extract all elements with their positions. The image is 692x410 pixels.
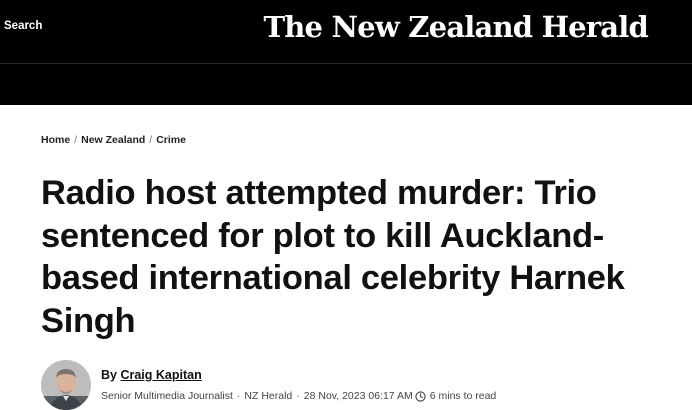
- site-logo[interactable]: The New Zealand Herald: [263, 6, 648, 48]
- nav-bar: [0, 64, 692, 105]
- clock-icon: [415, 390, 426, 402]
- meta-separator: ·: [236, 390, 241, 402]
- site-header: Search The New Zealand Herald: [0, 0, 692, 63]
- author-role: Senior Multimedia Journalist: [101, 390, 233, 402]
- breadcrumb-separator: /: [149, 134, 153, 146]
- author-link[interactable]: Craig Kapitan: [120, 368, 201, 382]
- search-button[interactable]: Search: [4, 20, 42, 32]
- byline: By Craig Kapitan: [101, 368, 202, 382]
- publish-date: 28 Nov, 2023 06:17 AM: [303, 390, 413, 402]
- breadcrumb-new-zealand[interactable]: New Zealand: [81, 134, 145, 146]
- breadcrumb-crime[interactable]: Crime: [156, 134, 186, 146]
- read-time: 6 mins to read: [429, 390, 497, 402]
- byline-prefix: By: [101, 368, 117, 382]
- breadcrumb-separator: /: [74, 134, 78, 146]
- author-photo: [41, 360, 91, 410]
- meta-separator: ·: [296, 390, 300, 402]
- breadcrumb-home[interactable]: Home: [41, 134, 70, 146]
- author-avatar[interactable]: [41, 360, 91, 410]
- breadcrumb: Home / New Zealand / Crime: [41, 134, 186, 146]
- publication-name: NZ Herald: [244, 390, 293, 402]
- article-meta: Senior Multimedia Journalist · NZ Herald…: [101, 390, 496, 402]
- article-headline: Radio host attempted murder: Trio senten…: [41, 174, 625, 340]
